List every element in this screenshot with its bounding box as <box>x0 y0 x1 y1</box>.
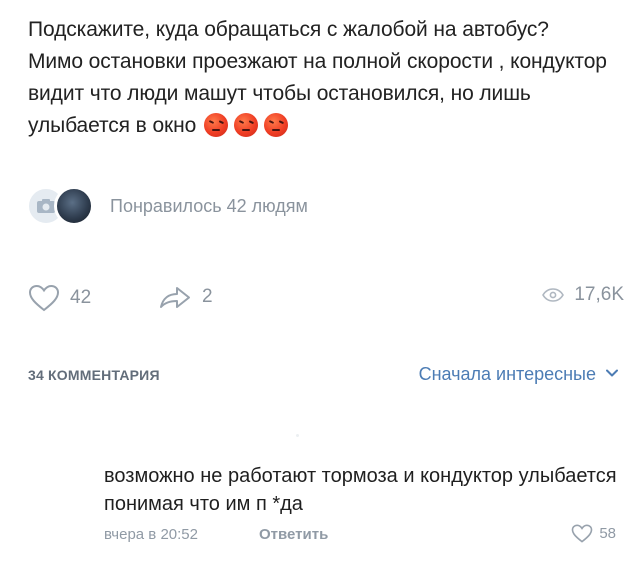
post-text: Подскажите, куда обращаться с жалобой на… <box>28 14 608 142</box>
comment-like-count: 58 <box>599 525 616 542</box>
share-button[interactable]: 2 <box>158 284 213 310</box>
like-button[interactable]: 42 <box>28 284 91 312</box>
post-body: Подскажите, куда обращаться с жалобой на… <box>28 18 607 137</box>
comments-count: 34 КОММЕНТАРИЯ <box>28 367 160 383</box>
divider-dot <box>296 434 299 437</box>
comments-header: 34 КОММЕНТАРИЯ Сначала интересные <box>28 364 618 388</box>
eye-icon <box>542 288 565 302</box>
like-count: 42 <box>70 287 92 308</box>
likes-summary-text[interactable]: Понравилось 42 людям <box>110 196 308 217</box>
comment-timestamp[interactable]: вчера в 20:52 <box>104 526 198 543</box>
post-actions: 42 2 17,6K <box>28 284 624 314</box>
camera-icon <box>37 199 55 213</box>
angry-face-emoji <box>264 113 289 137</box>
comment-meta: вчера в 20:52 Ответить 58 <box>104 524 624 546</box>
angry-face-emoji <box>234 113 259 137</box>
comment-like-button[interactable]: 58 <box>571 524 616 543</box>
reply-button[interactable]: Ответить <box>259 526 328 543</box>
avatar[interactable] <box>54 186 94 226</box>
sort-label: Сначала интересные <box>418 364 596 384</box>
view-count: 17,6K <box>574 284 624 305</box>
likes-summary[interactable]: Понравилось 42 людям <box>26 186 308 226</box>
chevron-down-icon <box>606 369 618 377</box>
share-count: 2 <box>202 286 213 307</box>
angry-face-emoji <box>204 113 229 137</box>
heart-icon <box>571 524 593 543</box>
heart-icon <box>28 284 60 312</box>
comment-text: возможно не работают тормоза и кондуктор… <box>104 465 617 515</box>
views-counter: 17,6K <box>542 284 624 306</box>
comment-item: возможно не работают тормоза и кондуктор… <box>104 462 624 546</box>
sort-dropdown[interactable]: Сначала интересные <box>419 364 618 385</box>
share-arrow-icon <box>160 287 190 308</box>
emoji-group <box>204 113 289 137</box>
